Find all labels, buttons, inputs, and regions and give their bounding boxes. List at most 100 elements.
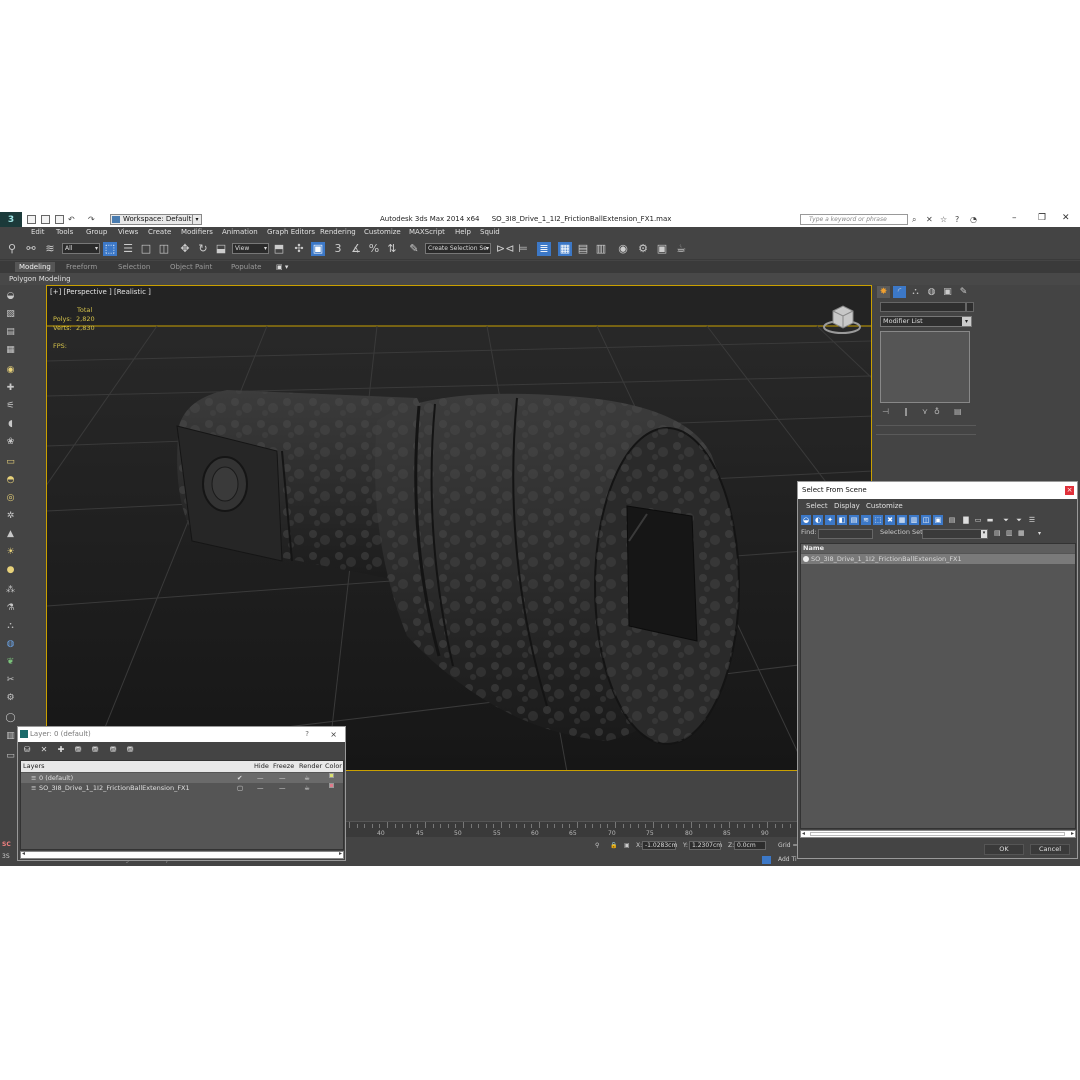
tool-icon-19[interactable]: ⛬ xyxy=(5,621,16,632)
name-column-header[interactable]: Name xyxy=(801,544,1075,553)
y-coord-field[interactable]: 1.2307cm xyxy=(689,841,722,850)
link-icon[interactable]: ⚲ xyxy=(5,242,19,256)
help-circle-icon[interactable]: ◔ xyxy=(970,215,977,224)
motion-tab-icon[interactable]: ◍ xyxy=(925,286,938,298)
menu-maxscript[interactable]: MAXScript xyxy=(409,228,445,236)
mirror-icon[interactable]: ⊳⊲ xyxy=(496,242,514,256)
menu-views[interactable]: Views xyxy=(118,228,138,236)
scroll-left-icon[interactable]: ◂ xyxy=(22,850,25,857)
selection-filter-dropdown[interactable]: All ▾ xyxy=(62,243,100,254)
selection-lock-icon[interactable]: ⚲ xyxy=(595,842,599,849)
menu-graph-editors[interactable]: Graph Editors xyxy=(267,228,315,236)
keyboard-shortcut-icon[interactable]: ▣ xyxy=(311,242,325,256)
delete-set-icon[interactable]: ▦ xyxy=(1018,529,1025,537)
add-time-tag-icon[interactable] xyxy=(762,856,771,864)
menu-rendering[interactable]: Rendering xyxy=(320,228,356,236)
named-selection-set-dropdown[interactable]: Create Selection Se ▾ xyxy=(425,243,491,254)
unlink-icon[interactable]: ⚯ xyxy=(24,242,38,256)
tool-icon-16[interactable]: ● xyxy=(5,565,16,576)
graphite-toolbar-icon[interactable]: ▦ xyxy=(558,242,572,256)
scroll-left-icon[interactable]: ◂ xyxy=(802,830,805,837)
hide-toggle[interactable]: — xyxy=(257,783,264,793)
scale-icon[interactable]: ⬓ xyxy=(214,242,228,256)
add-to-layer-icon[interactable]: ✚ xyxy=(56,745,66,755)
tool-icon-4[interactable]: ▦ xyxy=(5,345,16,356)
tool-icon-8[interactable]: ◖ xyxy=(5,419,16,430)
menu-tools[interactable]: Tools xyxy=(56,228,73,236)
delete-layer-icon[interactable]: ✕ xyxy=(39,745,49,755)
schematic-view-icon[interactable]: ▥ xyxy=(594,242,608,256)
layer-color-swatch[interactable] xyxy=(329,783,334,788)
add-time-tag[interactable]: Add Ti xyxy=(778,856,797,863)
hide-toggle[interactable]: — xyxy=(257,773,264,783)
hide-all-icon[interactable]: ⛃ xyxy=(108,745,118,755)
redo-icon[interactable]: ↷ xyxy=(88,215,95,224)
tool-icon-14[interactable]: ▲ xyxy=(5,529,16,540)
selection-set-dropdown[interactable]: ▾ xyxy=(922,529,988,539)
tool-icon-18[interactable]: ⚗ xyxy=(5,603,16,614)
menu-animation[interactable]: Animation xyxy=(222,228,258,236)
minimize-icon[interactable]: – xyxy=(1012,213,1017,223)
select-objects-icon[interactable]: ⛃ xyxy=(73,745,83,755)
rotate-icon[interactable]: ↻ xyxy=(196,242,210,256)
color-column-header[interactable]: Color xyxy=(325,761,342,772)
freeze-column-header[interactable]: Freeze xyxy=(273,761,294,772)
object-name-field[interactable] xyxy=(880,302,966,312)
layers-column-header[interactable]: Layers xyxy=(23,761,45,772)
edit-set-icon[interactable]: ▥ xyxy=(1006,529,1013,537)
save-file-icon[interactable] xyxy=(55,215,64,224)
absolute-mode-icon[interactable]: ▣ xyxy=(624,842,630,849)
configure-modifier-sets-icon[interactable]: ▤ xyxy=(954,407,962,416)
tab-freeform[interactable]: Freeform xyxy=(66,263,97,271)
menu-customize[interactable]: Customize xyxy=(866,502,903,510)
tool-icon-17[interactable]: ⁂ xyxy=(5,585,16,596)
align-icon[interactable]: ⊨ xyxy=(516,242,530,256)
tool-icon-10[interactable]: ▭ xyxy=(5,457,16,468)
tool-icon-20[interactable]: ◍ xyxy=(5,639,16,650)
render-teapot-icon[interactable]: ☕ xyxy=(304,773,310,783)
layer-color-swatch[interactable] xyxy=(329,773,334,778)
help-icon[interactable]: ? xyxy=(305,727,309,742)
open-file-icon[interactable] xyxy=(41,215,50,224)
tab-object-paint[interactable]: Object Paint xyxy=(170,263,212,271)
object-list[interactable]: Name SO_3I8_Drive_1_1I2_FrictionBallExte… xyxy=(800,543,1076,829)
table-row[interactable]: ≡ SO_3I8_Drive_1_1I2_FrictionBallExtensi… xyxy=(21,783,343,793)
help-icon[interactable]: ? xyxy=(955,215,959,224)
binoculars-icon[interactable]: ⌕ xyxy=(912,215,916,225)
object-color-swatch[interactable] xyxy=(966,302,974,312)
freeze-toggle[interactable]: — xyxy=(279,783,286,793)
restore-icon[interactable]: ❐ xyxy=(1038,213,1046,223)
percent-snap-icon[interactable]: % xyxy=(367,242,381,256)
z-coord-field[interactable]: 0.0cm xyxy=(734,841,766,850)
star-icon[interactable]: ☆ xyxy=(940,215,947,224)
menu-squid[interactable]: Squid xyxy=(480,228,500,236)
viewport-label[interactable]: [+] [Perspective ] [Realistic ] xyxy=(50,288,151,296)
select-manipulate-icon[interactable]: ✣ xyxy=(292,242,306,256)
show-end-result-icon[interactable]: ‖ xyxy=(904,407,908,416)
select-by-name-icon[interactable]: ☰ xyxy=(121,242,135,256)
x-coord-field[interactable]: -1.0283cm xyxy=(642,841,677,850)
render-column-header[interactable]: Render xyxy=(299,761,322,772)
pin-stack-icon[interactable]: ⊣ xyxy=(882,407,889,416)
cancel-button[interactable]: Cancel xyxy=(1030,844,1070,855)
list-item[interactable]: SO_3I8_Drive_1_1I2_FrictionBallExtension… xyxy=(801,554,1075,564)
close-icon[interactable]: × xyxy=(1065,486,1074,495)
tool-icon-26[interactable]: ▭ xyxy=(5,751,16,762)
current-layer-check-icon[interactable]: ✔ xyxy=(237,773,242,783)
close-icon[interactable]: × xyxy=(330,727,337,742)
scroll-right-icon[interactable]: ▸ xyxy=(339,850,342,857)
polygon-modeling-label[interactable]: Polygon Modeling xyxy=(9,275,71,283)
find-input[interactable] xyxy=(818,529,873,539)
menu-customize[interactable]: Customize xyxy=(364,228,401,236)
modifier-stack[interactable] xyxy=(880,331,970,403)
freeze-all-icon[interactable]: ⛃ xyxy=(125,745,135,755)
tool-icon-21[interactable]: ❦ xyxy=(5,657,16,668)
tool-icon-1[interactable]: ◒ xyxy=(5,291,16,302)
scroll-right-icon[interactable]: ▸ xyxy=(1071,830,1074,837)
hide-column-header[interactable]: Hide xyxy=(254,761,269,772)
tool-icon-2[interactable]: ▧ xyxy=(5,309,16,320)
spinner-snap-icon[interactable]: ⇅ xyxy=(385,242,399,256)
horizontal-scrollbar[interactable]: ◂ ▸ xyxy=(800,830,1076,838)
render-setup-icon[interactable]: ⚙ xyxy=(636,242,650,256)
tab-populate[interactable]: Populate xyxy=(231,263,261,271)
